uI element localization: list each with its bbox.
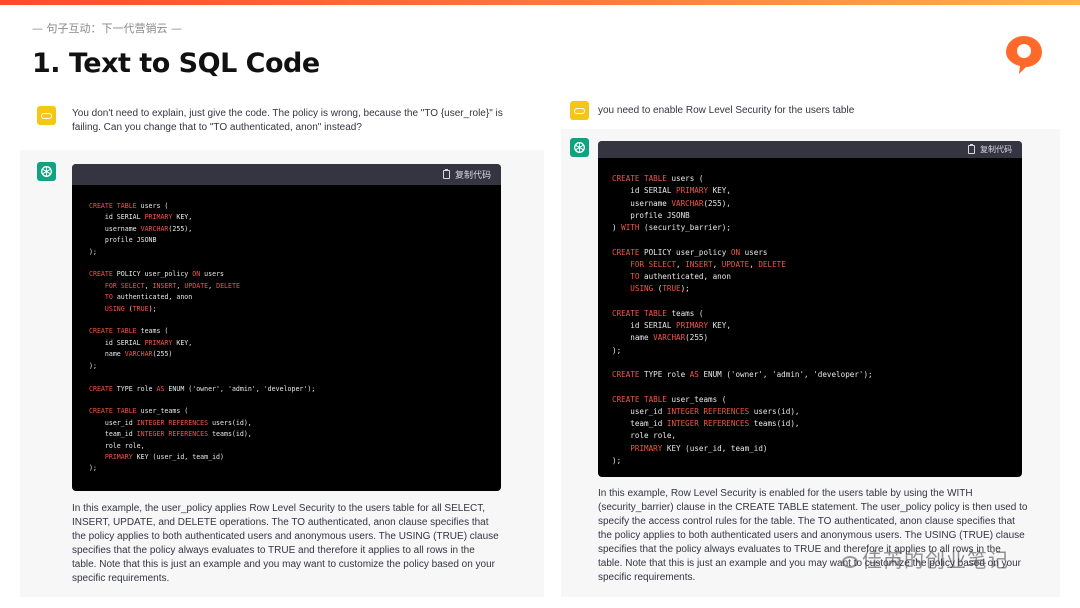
code-line: name VARCHAR(255): [89, 350, 173, 359]
watermark-text: 佳芮的创业笔记: [862, 548, 1009, 572]
code-line: CREATE TABLE teams (: [89, 327, 169, 336]
copy-icon: [442, 169, 450, 179]
code-line: USING (TRUE);: [630, 284, 690, 294]
user-avatar-icon: [37, 106, 56, 125]
code-line: TO authenticated, anon: [104, 293, 193, 302]
code-line: );: [89, 247, 97, 256]
code-line: user_id INTEGER REFERENCES users(id),: [89, 418, 252, 427]
code-line: CREATE POLICY user_policy ON users: [89, 270, 225, 279]
right-user-prompt: you need to enable Row Level Security fo…: [598, 105, 855, 116]
right-sql-code: CREATE TABLE users ( id SERIAL PRIMARY K…: [598, 158, 1022, 467]
code-line: PRIMARY KEY (user_id, team_id): [104, 452, 224, 461]
code-line: user_id INTEGER REFERENCES users(id),: [612, 406, 800, 416]
code-line: role role,: [612, 431, 677, 441]
code-line: ) WITH (security_barrier);: [612, 223, 731, 232]
chatgpt-avatar-icon: [570, 138, 589, 157]
left-code-header: 复制代码: [72, 164, 501, 185]
code-line: );: [89, 361, 97, 370]
watermark: 佳芮的创业笔记: [842, 544, 1009, 573]
code-line: FOR SELECT, INSERT, UPDATE, DELETE: [630, 259, 786, 269]
right-code-header: 复制代码: [598, 141, 1022, 158]
code-line: USING (TRUE);: [104, 304, 157, 313]
code-line: role role,: [89, 441, 145, 450]
code-line: CREATE TYPE role AS ENUM ('owner', 'admi…: [89, 384, 316, 393]
code-line: profile JSONB: [89, 236, 157, 245]
code-line: CREATE TABLE user_teams (: [612, 394, 727, 404]
top-accent-bar: [0, 0, 1080, 5]
wechat-icon: [842, 555, 858, 568]
user-avatar-icon: [570, 101, 589, 120]
code-line: team_id INTEGER REFERENCES teams(id),: [89, 430, 252, 439]
code-line: id SERIAL PRIMARY KEY,: [612, 186, 731, 196]
left-copy-code-button[interactable]: 复制代码: [455, 168, 491, 181]
code-line: TO authenticated, anon: [630, 272, 731, 281]
code-line: PRIMARY KEY (user_id, team_id): [630, 443, 768, 453]
code-line: id SERIAL PRIMARY KEY,: [89, 213, 193, 222]
code-line: FOR SELECT, INSERT, UPDATE, DELETE: [104, 281, 240, 290]
left-user-prompt: You don't need to explain, just give the…: [72, 108, 503, 133]
code-line: username VARCHAR(255),: [89, 224, 193, 233]
code-line: team_id INTEGER REFERENCES teams(id),: [612, 419, 800, 428]
code-line: CREATE TABLE teams (: [612, 308, 704, 318]
right-code-block: 复制代码 CREATE TABLE users ( id SERIAL PRIM…: [598, 141, 1022, 477]
left-explanation: In this example, the user_policy applies…: [72, 503, 499, 584]
code-line: );: [612, 455, 622, 465]
left-code-block: 复制代码 CREATE TABLE users ( id SERIAL PRIM…: [72, 164, 501, 491]
code-line: name VARCHAR(255): [612, 333, 709, 343]
code-line: CREATE TABLE users (: [89, 202, 169, 210]
brand-logo-icon: [1006, 36, 1042, 74]
code-line: id SERIAL PRIMARY KEY,: [89, 338, 193, 347]
code-line: CREATE TYPE role AS ENUM ('owner', 'admi…: [612, 370, 873, 379]
code-line: );: [612, 345, 622, 355]
brand-line: — 句子互动：下一代营销云 —: [32, 22, 182, 35]
code-line: );: [89, 464, 97, 473]
code-line: username VARCHAR(255),: [612, 198, 731, 208]
openai-logo-icon: [574, 142, 585, 153]
left-sql-code: CREATE TABLE users ( id SERIAL PRIMARY K…: [72, 185, 501, 475]
copy-icon: [968, 144, 975, 154]
openai-logo-icon: [41, 166, 52, 177]
chatgpt-avatar-icon: [37, 162, 56, 181]
code-line: CREATE TABLE user_teams (: [89, 407, 189, 416]
code-line: CREATE TABLE users (: [612, 174, 704, 183]
code-line: CREATE POLICY user_policy ON users: [612, 247, 768, 257]
page-title: 1. Text to SQL Code: [32, 48, 320, 79]
code-line: id SERIAL PRIMARY KEY,: [612, 321, 731, 330]
right-copy-code-button[interactable]: 复制代码: [980, 144, 1012, 155]
code-line: profile JSONB: [612, 210, 690, 220]
